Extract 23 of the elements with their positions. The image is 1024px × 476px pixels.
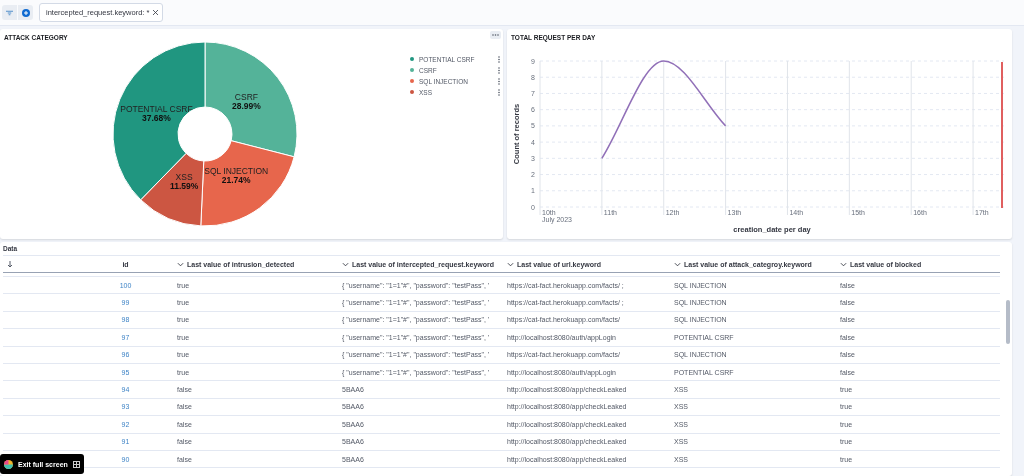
caret-icon[interactable] <box>507 261 514 267</box>
add-filter-button[interactable] <box>18 5 33 20</box>
scrollbar-thumb[interactable] <box>1006 300 1010 344</box>
filter-icon <box>6 9 13 16</box>
slice-value: 21.74% <box>221 175 251 186</box>
sort-icon[interactable] <box>7 260 13 268</box>
caret-icon[interactable] <box>177 261 184 267</box>
filter-button[interactable] <box>2 5 17 20</box>
panel-menu-button[interactable] <box>490 31 501 39</box>
fullscreen-icon <box>72 460 80 468</box>
logo-icon <box>4 459 13 469</box>
add-icon <box>21 8 30 17</box>
slice-label: XSS <box>175 172 193 183</box>
slice-value: 28.99% <box>232 100 261 111</box>
slice-value: 11.59% <box>169 181 199 192</box>
close-icon[interactable] <box>153 10 159 15</box>
slice-label: SQL INJECTION <box>204 166 269 177</box>
slice-value: 37.68% <box>142 113 171 124</box>
slice-label: POTENTIAL CSRF <box>120 104 193 115</box>
caret-icon[interactable] <box>840 261 847 267</box>
caret-icon[interactable] <box>342 261 349 267</box>
slice-label: CSRF <box>234 91 258 102</box>
caret-icon[interactable] <box>674 261 681 267</box>
